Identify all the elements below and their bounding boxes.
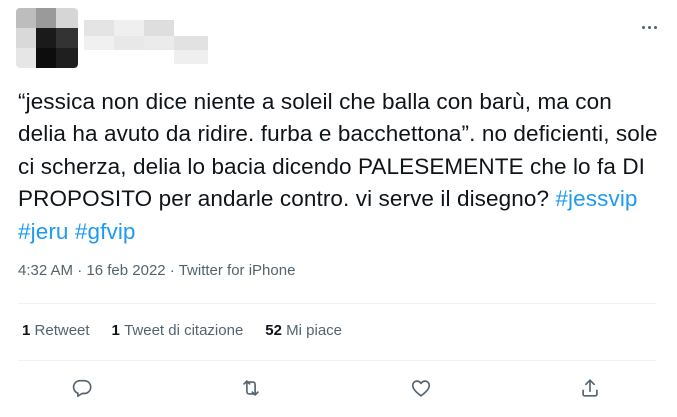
- avatar-pixelated[interactable]: [16, 8, 78, 68]
- tweet-date[interactable]: 16 feb 2022: [86, 262, 165, 279]
- retweet-button[interactable]: [235, 372, 267, 404]
- more-horizontal-icon[interactable]: [637, 18, 661, 36]
- divider: [18, 303, 656, 304]
- like-button[interactable]: [405, 372, 437, 404]
- tweet-meta: 4:32 AM · 16 feb 2022 · Twitter for iPho…: [18, 262, 295, 279]
- reply-icon: [72, 379, 92, 398]
- retweet-icon: [243, 380, 260, 396]
- tweet-source[interactable]: Twitter for iPhone: [179, 262, 296, 279]
- hashtag-link[interactable]: #jeru: [18, 219, 69, 244]
- quotes-label: Tweet di citazione: [124, 322, 244, 339]
- meta-separator: ·: [73, 262, 87, 279]
- likes-count: 52: [265, 322, 282, 339]
- reply-button[interactable]: [66, 372, 98, 404]
- retweets-label: Retweet: [34, 322, 90, 339]
- username-pixelated[interactable]: [84, 20, 208, 64]
- quotes-stat[interactable]: 1 Tweet di citazione: [112, 322, 244, 339]
- retweets-count: 1: [22, 322, 31, 339]
- likes-label: Mi piace: [286, 322, 343, 339]
- share-button[interactable]: [574, 372, 606, 404]
- tweet-actions: [66, 372, 606, 404]
- tweet-time[interactable]: 4:32 AM: [18, 262, 73, 279]
- quotes-count: 1: [111, 322, 120, 339]
- tweet-header: [16, 8, 661, 72]
- tweet-stats: 1 Retweet 1 Tweet di citazione 52 Mi pia…: [22, 322, 364, 339]
- tweet-text: “jessica non dice niente a soleil che ba…: [18, 86, 658, 248]
- divider: [18, 360, 656, 361]
- hashtag-link[interactable]: #jessvip: [555, 186, 637, 211]
- likes-stat[interactable]: 52 Mi piace: [265, 322, 342, 339]
- hashtag-link[interactable]: #gfvip: [75, 219, 136, 244]
- share-icon: [582, 379, 598, 397]
- heart-icon: [411, 380, 430, 397]
- tweet-card: “jessica non dice niente a soleil che ba…: [0, 0, 677, 417]
- meta-separator: ·: [165, 262, 179, 279]
- retweets-stat[interactable]: 1 Retweet: [22, 322, 90, 339]
